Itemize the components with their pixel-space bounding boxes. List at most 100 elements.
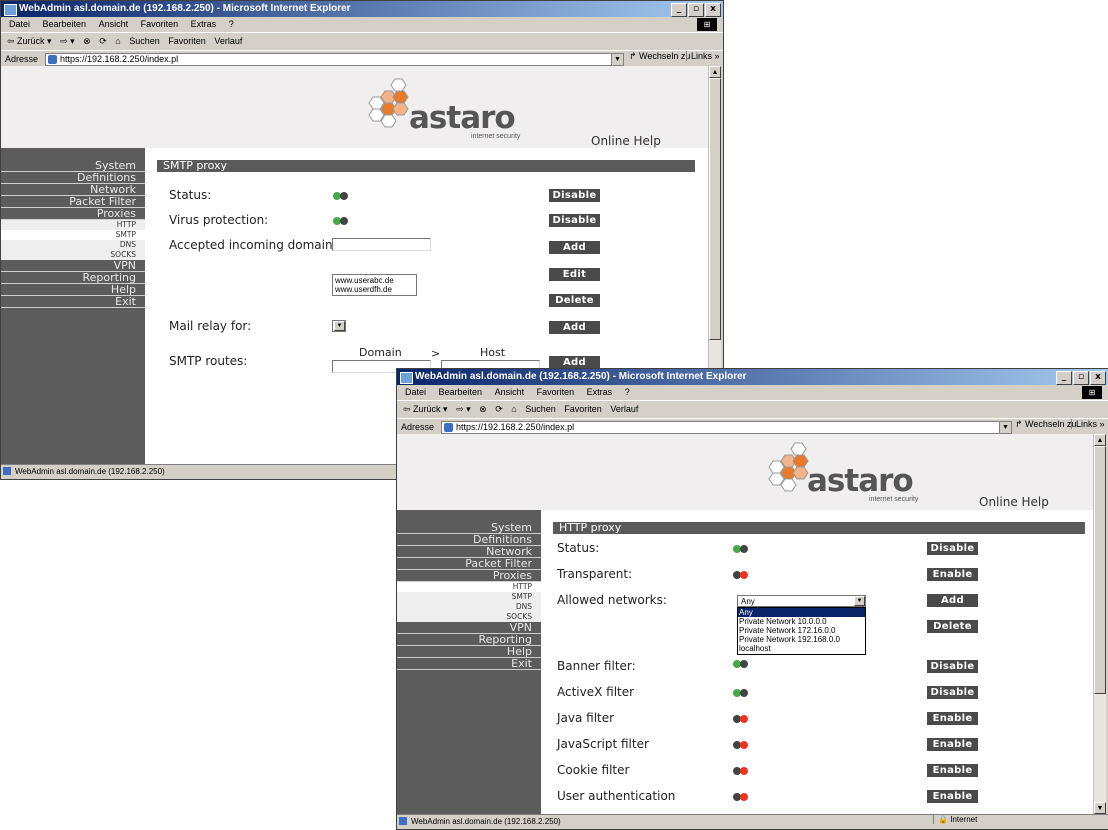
scroll-down-icon[interactable]: ▼ xyxy=(1094,802,1106,814)
scroll-thumb[interactable] xyxy=(709,78,721,340)
links-button[interactable]: Links » xyxy=(1071,419,1105,429)
nav-sub-dns[interactable]: DNS xyxy=(397,602,541,612)
nav-proxies[interactable]: Proxies xyxy=(397,570,541,582)
java-enable-button[interactable]: Enable xyxy=(927,712,978,725)
list-item[interactable]: www.userabc.de xyxy=(335,276,414,285)
goto-button[interactable]: ↱ Wechseln zu xyxy=(1015,419,1076,430)
minimize-button[interactable]: _ xyxy=(1056,371,1072,385)
back-button[interactable]: ⇦ Zurück ▾ xyxy=(7,36,52,46)
user-auth-label: User authentication xyxy=(557,789,676,803)
maximize-button[interactable]: ▫ xyxy=(688,3,704,17)
scroll-up-icon[interactable]: ▲ xyxy=(1094,434,1106,446)
transparent-enable-button[interactable]: Enable xyxy=(927,568,978,581)
allowed-delete-button[interactable]: Delete xyxy=(927,620,978,633)
cookie-red-indicator xyxy=(740,767,748,775)
nav-proxies[interactable]: Proxies xyxy=(1,208,145,220)
status-disable-button[interactable]: Disable xyxy=(549,189,600,202)
close-button[interactable]: x xyxy=(705,3,721,17)
nav-sub-smtp[interactable]: SMTP xyxy=(1,230,145,240)
back-button[interactable]: ⇦ Zurück ▾ xyxy=(403,404,448,414)
allowed-networks-select[interactable]: Any ▼ xyxy=(737,595,866,607)
nav-sub-smtp[interactable]: SMTP xyxy=(397,592,541,602)
domains-listbox[interactable]: www.userabc.de www.userdfh.de xyxy=(332,274,417,296)
stop-icon[interactable]: ⊗ xyxy=(83,36,91,46)
menu-help[interactable]: ? xyxy=(229,19,234,29)
relay-add-button[interactable]: Add xyxy=(549,321,600,334)
cookie-enable-button[interactable]: Enable xyxy=(927,764,978,777)
nav-sub-http[interactable]: HTTP xyxy=(1,220,145,230)
dropdown-option[interactable]: localhost xyxy=(738,644,865,653)
http-content: HTTP proxy Status: Disable Transparent: … xyxy=(541,510,1094,814)
domains-add-button[interactable]: Add xyxy=(549,241,600,254)
stop-icon[interactable]: ⊗ xyxy=(479,404,487,414)
list-item[interactable]: www.userdfh.de xyxy=(335,285,414,294)
nav-exit[interactable]: Exit xyxy=(397,658,541,670)
window-titlebar[interactable]: WebAdmin asl.domain.de (192.168.2.250) -… xyxy=(397,369,1108,385)
banner-disable-button[interactable]: Disable xyxy=(927,660,978,673)
nav-sub-http[interactable]: HTTP xyxy=(397,582,541,592)
goto-label: Wechseln zu xyxy=(639,51,691,61)
minimize-button[interactable]: _ xyxy=(671,3,687,17)
menu-extras[interactable]: Extras xyxy=(587,387,613,397)
relay-select[interactable]: ▼ xyxy=(332,320,346,332)
goto-button[interactable]: ↱ Wechseln zu xyxy=(629,51,690,62)
menu-extras[interactable]: Extras xyxy=(191,19,217,29)
address-bar: Adresse https://192.168.2.250/index.pl ▼… xyxy=(397,418,1108,435)
address-input[interactable]: https://192.168.2.250/index.pl xyxy=(45,53,621,66)
goto-label: Wechseln zu xyxy=(1025,419,1077,429)
nav-sub-dns[interactable]: DNS xyxy=(1,240,145,250)
history-button[interactable]: Verlauf xyxy=(214,36,242,46)
allowed-networks-dropdown: Any Private Network 10.0.0.0 Private Net… xyxy=(737,607,866,655)
virus-disable-button[interactable]: Disable xyxy=(549,214,600,227)
links-button[interactable]: Links » xyxy=(686,51,720,61)
nav-exit[interactable]: Exit xyxy=(1,296,145,308)
dropdown-option[interactable]: Any xyxy=(738,608,865,617)
scroll-up-icon[interactable]: ▲ xyxy=(709,66,721,78)
address-dropdown-icon[interactable]: ▼ xyxy=(999,421,1012,434)
favorites-button[interactable]: Favoriten xyxy=(564,404,602,414)
menu-favoriten[interactable]: Favoriten xyxy=(537,387,575,397)
address-dropdown-icon[interactable]: ▼ xyxy=(611,53,624,66)
favorites-button[interactable]: Favoriten xyxy=(168,36,206,46)
menu-help[interactable]: ? xyxy=(625,387,630,397)
vertical-scrollbar[interactable]: ▲ ▼ xyxy=(1093,434,1106,814)
dropdown-option[interactable]: Private Network 172.16.0.0 xyxy=(738,626,865,635)
close-button[interactable]: x xyxy=(1090,371,1106,385)
refresh-icon[interactable]: ⟳ xyxy=(99,36,107,46)
menu-ansicht[interactable]: Ansicht xyxy=(99,19,129,29)
home-icon[interactable]: ⌂ xyxy=(511,404,516,414)
allowed-add-button[interactable]: Add xyxy=(927,594,978,607)
dropdown-option[interactable]: Private Network 192.168.0.0 xyxy=(738,635,865,644)
menu-datei[interactable]: Datei xyxy=(405,387,426,397)
activex-disable-button[interactable]: Disable xyxy=(927,686,978,699)
maximize-button[interactable]: ▫ xyxy=(1073,371,1089,385)
ie-page-icon xyxy=(399,817,407,825)
online-help-link[interactable]: Online Help xyxy=(979,495,1049,509)
browser-toolbar: ⇦ Zurück ▾ ⇨ ▾ ⊗ ⟳ ⌂ Suchen Favoriten Ve… xyxy=(1,32,723,50)
history-button[interactable]: Verlauf xyxy=(610,404,638,414)
forward-button[interactable]: ⇨ ▾ xyxy=(456,404,471,414)
address-input[interactable]: https://192.168.2.250/index.pl xyxy=(441,421,1009,434)
menu-bearbeiten[interactable]: Bearbeiten xyxy=(439,387,483,397)
domains-delete-button[interactable]: Delete xyxy=(549,294,600,307)
search-button[interactable]: Suchen xyxy=(129,36,160,46)
window-titlebar[interactable]: WebAdmin asl.domain.de (192.168.2.250) -… xyxy=(1,1,723,17)
domains-edit-button[interactable]: Edit xyxy=(549,268,600,281)
javascript-filter-label: JavaScript filter xyxy=(557,737,649,751)
menu-datei[interactable]: Datei xyxy=(9,19,30,29)
forward-button[interactable]: ⇨ ▾ xyxy=(60,36,75,46)
menu-favoriten[interactable]: Favoriten xyxy=(141,19,179,29)
javascript-enable-button[interactable]: Enable xyxy=(927,738,978,751)
domains-input[interactable] xyxy=(332,238,431,251)
transparent-label: Transparent: xyxy=(557,567,633,581)
menu-bearbeiten[interactable]: Bearbeiten xyxy=(43,19,87,29)
home-icon[interactable]: ⌂ xyxy=(115,36,120,46)
search-button[interactable]: Suchen xyxy=(525,404,556,414)
status-disable-button[interactable]: Disable xyxy=(927,542,978,555)
scroll-thumb[interactable] xyxy=(1094,446,1106,694)
dropdown-option[interactable]: Private Network 10.0.0.0 xyxy=(738,617,865,626)
online-help-link[interactable]: Online Help xyxy=(591,134,661,148)
refresh-icon[interactable]: ⟳ xyxy=(495,404,503,414)
menu-ansicht[interactable]: Ansicht xyxy=(495,387,525,397)
userauth-enable-button[interactable]: Enable xyxy=(927,790,978,803)
